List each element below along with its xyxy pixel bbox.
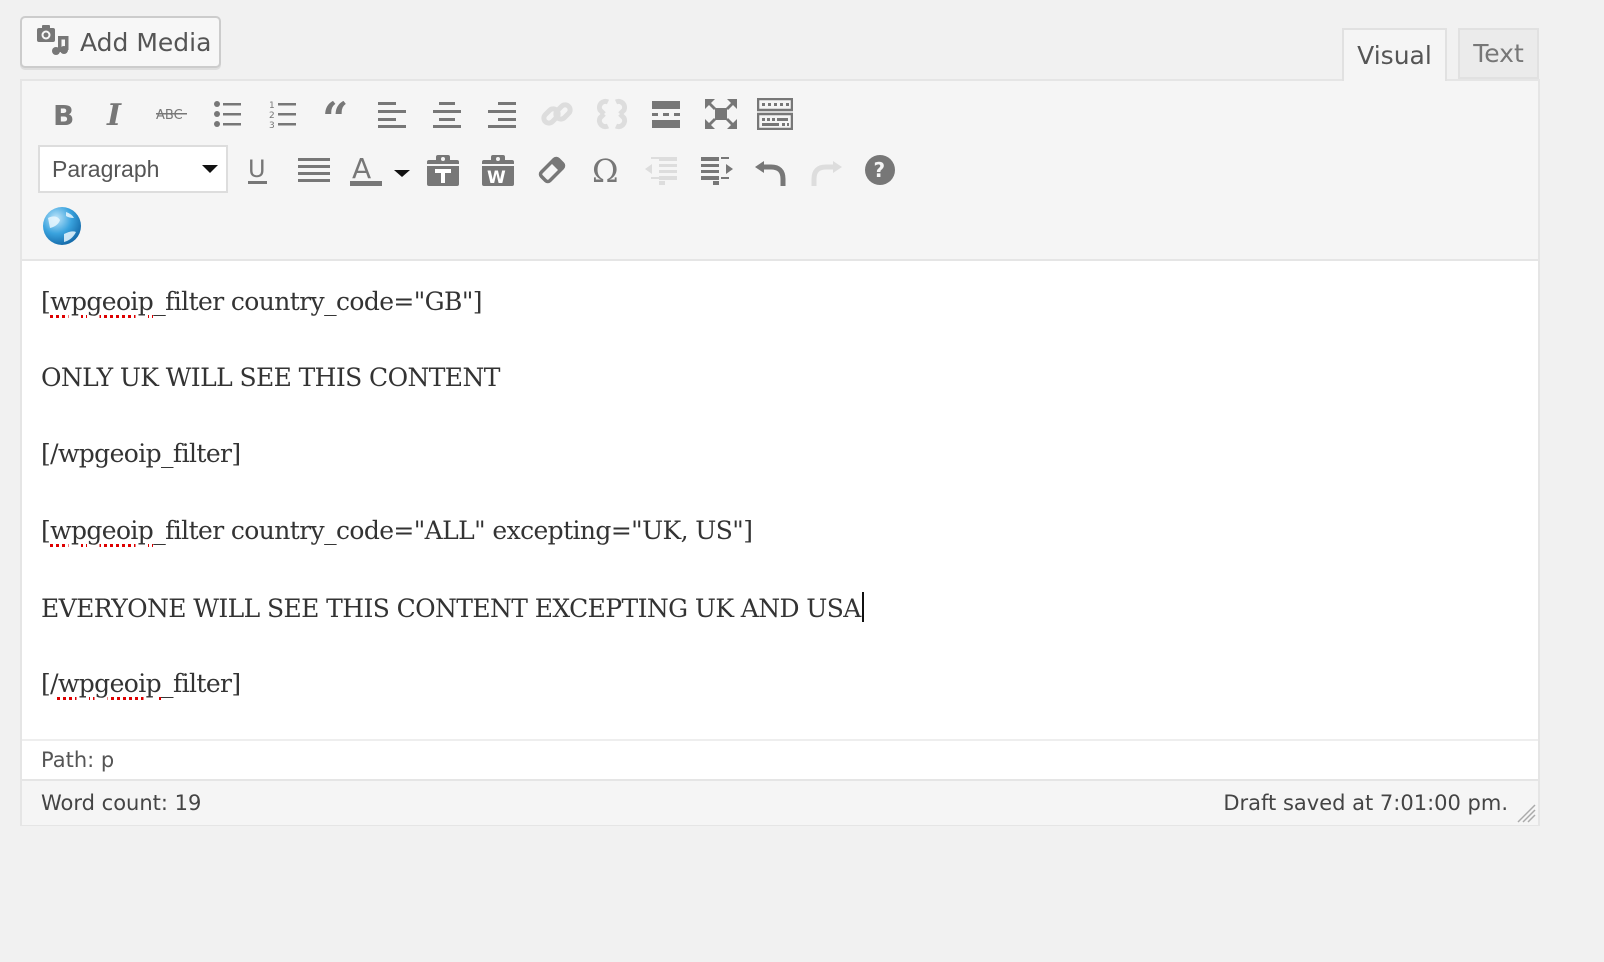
misspelled-word[interactable]: wpgeoip [58,669,162,698]
redo-icon [810,153,842,187]
remove-link-button[interactable] [592,94,632,134]
keyboard-icon [757,98,793,130]
paste-word-icon: W [482,154,514,186]
redo-button[interactable] [806,150,846,190]
svg-text:I: I [106,100,122,128]
strikethrough-button[interactable]: ABC [152,94,192,134]
undo-button[interactable] [751,150,791,190]
distraction-free-button[interactable] [701,94,741,134]
editor-content[interactable]: [wpgeoip_filter country_code="GB"] ONLY … [22,261,1538,739]
svg-text:W: W [487,168,506,186]
decrease-indent-button[interactable] [641,150,681,190]
align-right-button[interactable] [482,94,522,134]
misspelled-word[interactable]: wpgeoip [50,516,154,545]
draft-saved-status: Draft saved at 7:01:00 pm. [1223,791,1508,815]
increase-indent-button[interactable] [697,150,737,190]
help-button[interactable]: ? [860,150,900,190]
svg-text:2: 2 [269,111,275,121]
justify-button[interactable] [294,150,334,190]
svg-text:3: 3 [269,121,275,129]
format-select[interactable]: Paragraph [38,145,228,193]
blockquote-button[interactable]: “ [318,94,358,134]
italic-icon: I [106,100,130,128]
svg-text:Ω: Ω [592,155,619,185]
svg-text:B: B [53,100,74,128]
content-line: [/wpgeoip_filter] [41,439,241,468]
read-more-button[interactable] [646,94,686,134]
svg-text:“: “ [323,101,348,127]
paste-as-text-button[interactable] [423,150,463,190]
insert-link-button[interactable] [537,94,577,134]
content-line: EVERYONE WILL SEE THIS CONTENT EXCEPTING… [41,592,864,623]
numbered-list-icon: 123 [269,99,297,129]
tab-text[interactable]: Text [1458,28,1539,79]
help-icon: ? [865,155,895,185]
status-bar: Word count: 19 Draft saved at 7:01:00 pm… [22,779,1538,825]
svg-text:ABC: ABC [156,108,183,123]
blockquote-icon: “ [323,101,353,127]
format-select-value: Paragraph [52,155,160,182]
strikethrough-icon: ABC [155,104,189,124]
bulleted-list-button[interactable] [208,94,248,134]
element-path: Path: p [22,739,1538,779]
wpgeoip-button[interactable] [42,206,82,246]
omega-icon: Ω [592,155,622,185]
link-icon [540,97,574,131]
media-icon [36,24,70,60]
fullscreen-icon [705,99,737,129]
content-line: [/wpgeoip_filter] [41,669,241,698]
svg-text:?: ? [874,158,886,182]
italic-button[interactable]: I [98,94,138,134]
unlink-icon [595,97,629,131]
toolbar-toggle-button[interactable] [755,94,795,134]
align-left-button[interactable] [372,94,412,134]
align-left-icon [378,100,406,128]
bulleted-list-icon [214,100,242,128]
undo-icon [755,153,787,187]
svg-text:A: A [352,154,371,185]
align-right-icon [488,100,516,128]
editor: B I ABC 123 “ Paragraph U A W Ω ? [20,79,1540,826]
special-character-button[interactable]: Ω [587,150,627,190]
outdent-icon [645,155,677,185]
text-color-icon: A [350,154,412,186]
tab-visual[interactable]: Visual [1342,28,1447,81]
numbered-list-button[interactable]: 123 [263,94,303,134]
clear-formatting-button[interactable] [532,150,572,190]
resize-handle-icon[interactable] [1516,803,1536,823]
paste-from-word-button[interactable]: W [478,150,518,190]
read-more-icon [652,100,680,128]
align-center-icon [433,100,461,128]
underline-button[interactable]: U [238,150,278,190]
indent-icon [701,155,733,185]
svg-text:U: U [248,155,266,183]
editor-toolbar: B I ABC 123 “ Paragraph U A W Ω ? [22,81,1538,261]
justify-icon [298,156,330,184]
align-center-button[interactable] [427,94,467,134]
misspelled-word[interactable]: wpgeoip [50,287,154,316]
add-media-button[interactable]: Add Media [20,16,221,68]
bold-icon: B [52,100,76,128]
svg-text:1: 1 [269,101,275,111]
underline-icon: U [247,155,269,185]
content-line: ONLY UK WILL SEE THIS CONTENT [41,363,500,392]
paste-text-icon [427,154,459,186]
chevron-down-icon [202,165,218,173]
content-line: [wpgeoip_filter country_code="GB"] [41,287,482,316]
text-color-button[interactable]: A [348,150,414,190]
eraser-icon [537,155,567,185]
word-count: Word count: 19 [41,791,202,815]
bold-button[interactable]: B [44,94,84,134]
text-cursor [861,592,864,622]
globe-icon [42,206,82,246]
content-line: [wpgeoip_filter country_code="ALL" excep… [41,516,753,545]
add-media-label: Add Media [80,27,212,57]
